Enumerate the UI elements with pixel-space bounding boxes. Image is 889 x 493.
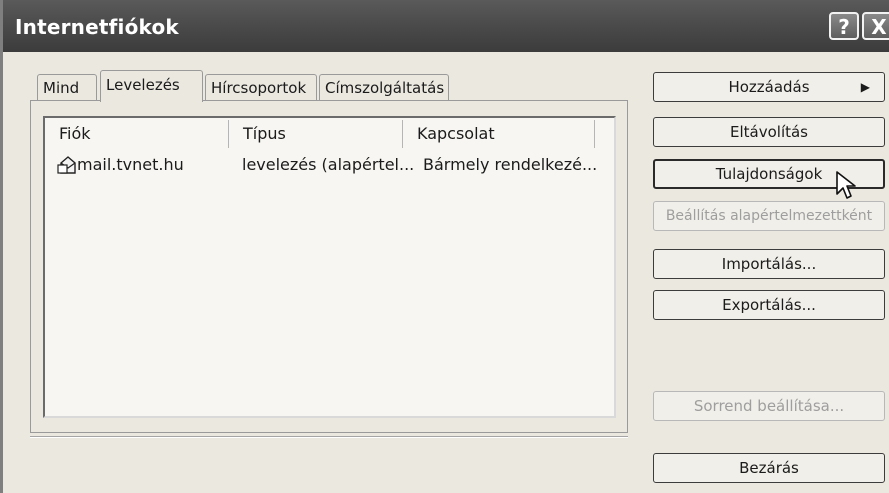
window-title: Internetfiókok xyxy=(15,15,179,39)
tab-hircsoportok[interactable]: Hírcsoportok xyxy=(205,74,317,100)
mouse-pointer-icon xyxy=(836,171,856,199)
dialog-window: Internetfiókok ? X Mind Levelezés Hírcso… xyxy=(0,0,889,493)
mail-account-icon xyxy=(57,156,76,174)
export-button[interactable]: Exportálás... xyxy=(653,290,885,320)
title-bar[interactable]: Internetfiókok ? X xyxy=(3,0,889,52)
tab-cimszolgaltatas[interactable]: Címszolgáltatás xyxy=(319,74,449,100)
close-button[interactable]: Bezárás xyxy=(653,453,885,483)
column-header-tipus[interactable]: Típus xyxy=(229,120,403,148)
submenu-arrow-icon: ▶ xyxy=(860,80,870,94)
separator xyxy=(30,436,628,438)
import-button[interactable]: Importálás... xyxy=(653,249,885,279)
help-button[interactable]: ? xyxy=(829,12,859,40)
add-button-label: Hozzáadás xyxy=(728,78,810,96)
order-button[interactable]: Sorrend beállítása... xyxy=(653,391,885,421)
account-type: levelezés (alapértel... xyxy=(242,155,415,174)
account-name: mail.tvnet.hu xyxy=(77,155,184,174)
tab-levelezes[interactable]: Levelezés xyxy=(100,70,203,102)
tab-mind[interactable]: Mind xyxy=(37,74,97,100)
column-header-fiok[interactable]: Fiók xyxy=(45,120,229,148)
column-header-kapcsolat[interactable]: Kapcsolat xyxy=(403,120,595,148)
account-connection: Bármely rendelkezé... xyxy=(423,155,598,174)
accounts-list[interactable]: Fiók Típus Kapcsolat mail.tvnet.hu level… xyxy=(43,116,616,418)
add-button[interactable]: Hozzáadás ▶ xyxy=(653,72,885,102)
list-item[interactable]: mail.tvnet.hu levelezés (alapértel... Bá… xyxy=(49,152,609,178)
close-window-button[interactable]: X xyxy=(862,12,889,40)
set-default-button[interactable]: Beállítás alapértelmezettként xyxy=(653,201,885,231)
remove-button[interactable]: Eltávolítás xyxy=(653,117,885,147)
